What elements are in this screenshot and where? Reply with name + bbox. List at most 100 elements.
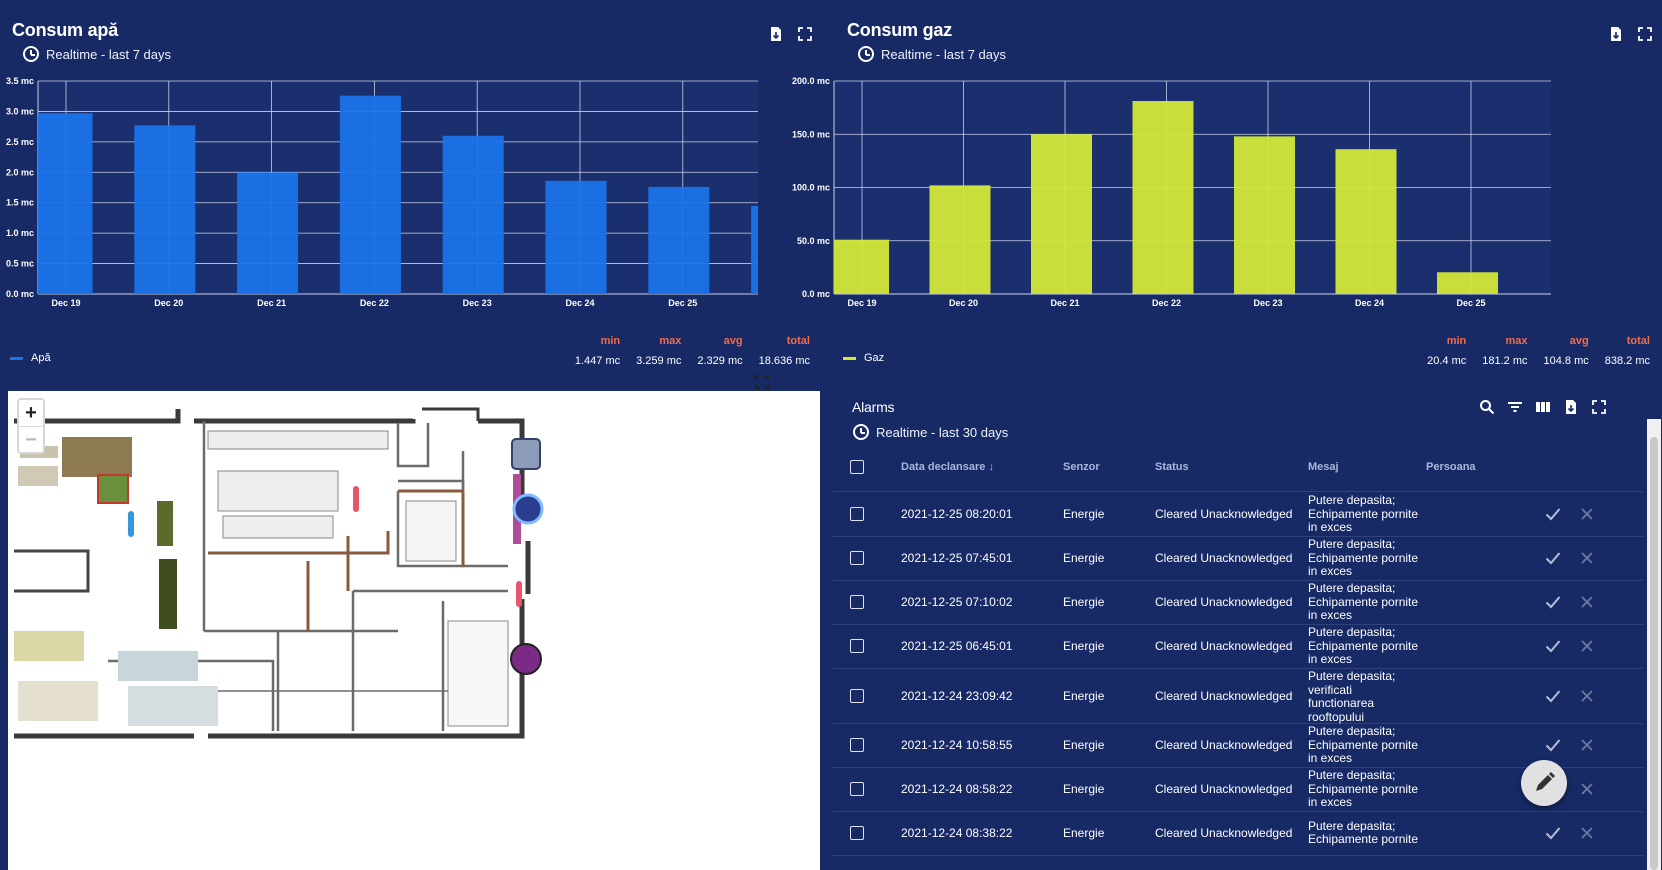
alarm-message-line: in exces (1308, 520, 1353, 534)
x-tick-label: Dec 19 (847, 298, 876, 308)
alarm-status: Cleared Unacknowledged (1155, 639, 1293, 653)
alarms-title: Alarms (852, 399, 895, 415)
alarm-date: 2021-12-24 08:58:22 (901, 782, 1013, 796)
x-tick-label: Dec 24 (1355, 298, 1384, 308)
column-header-date[interactable]: Data declansare ↓ (901, 461, 994, 473)
row-checkbox[interactable] (850, 507, 864, 521)
row-checkbox[interactable] (850, 782, 864, 796)
y-tick-label: 1.5 mc (6, 198, 34, 208)
row-checkbox[interactable] (850, 639, 864, 653)
chart-bar (237, 172, 299, 294)
alarm-message-line: Echipamente pornite (1308, 550, 1419, 565)
acknowledge-check-icon[interactable] (1545, 638, 1561, 654)
alarm-status: Cleared Unacknowledged (1155, 688, 1293, 703)
edit-fab-button[interactable] (1521, 760, 1567, 806)
chart-bar (648, 186, 710, 294)
column-header-status[interactable]: Status (1155, 461, 1189, 473)
clear-close-icon[interactable] (1579, 638, 1595, 654)
alarm-message: Putere depasita; Echipamente pornite in ex… (1308, 581, 1428, 623)
x-tick-label: Dec 20 (949, 298, 978, 308)
filter-icon[interactable] (1507, 399, 1523, 415)
gas-legend[interactable]: Gaz (843, 352, 884, 364)
table-row[interactable]: 2021-12-25 07:45:01 Energie Cleared Unackn… (833, 536, 1643, 581)
columns-icon[interactable] (1535, 399, 1551, 415)
column-header-message[interactable]: Mesaj (1308, 461, 1339, 473)
gas-stats: min max avg total 20.4 mc 181.2 mc 104.8… (1427, 335, 1650, 367)
water-legend[interactable]: Apă (10, 352, 51, 364)
alarm-message: Putere depasita; Echipamente pornite in ex… (1308, 625, 1428, 667)
sort-arrow-icon: ↓ (988, 461, 994, 473)
clear-close-icon[interactable] (1579, 737, 1595, 753)
export-icon[interactable] (1563, 399, 1579, 415)
table-row[interactable]: 2021-12-25 06:45:01 Energie Cleared Unackn… (833, 624, 1643, 669)
y-tick-label: 0.5 mc (6, 259, 34, 269)
alarm-message-line: in exces (1308, 608, 1353, 622)
fullscreen-icon[interactable] (1591, 399, 1607, 415)
row-checkbox[interactable] (850, 826, 864, 840)
table-row[interactable]: 2021-12-24 08:38:22 Energie Cleared Unackn… (833, 811, 1643, 856)
x-tick-label: Dec 22 (1152, 298, 1181, 308)
alarm-sensor: Energie (1063, 639, 1105, 653)
stat-max-value: 3.259 mc (636, 355, 682, 367)
acknowledge-check-icon[interactable] (1545, 594, 1561, 610)
alarm-status: Cleared Unacknowledged (1155, 595, 1293, 609)
clear-close-icon[interactable] (1579, 506, 1595, 522)
table-row[interactable]: 2021-12-25 08:20:01 Energie Cleared Unackn… (833, 492, 1643, 537)
alarm-message-line: Echipamente pornite (1308, 638, 1419, 653)
clear-close-icon[interactable] (1579, 550, 1595, 566)
stat-avg-label: avg (1569, 335, 1589, 347)
select-all-checkbox[interactable] (850, 460, 864, 474)
column-header-sensor[interactable]: Senzor (1063, 461, 1100, 473)
alarms-scrollbar[interactable] (1647, 419, 1661, 870)
alarm-message: Putere depasita; Echipamente pornite in ex… (1308, 537, 1428, 579)
floor-plan-drawing[interactable] (8, 391, 820, 870)
alarm-message-line: Echipamente pornite (1308, 737, 1419, 752)
chart-bar (1335, 149, 1397, 294)
clock-icon (853, 424, 869, 440)
alarm-status: Cleared Unacknowledged (1155, 551, 1293, 565)
fullscreen-icon[interactable] (754, 374, 770, 390)
row-checkbox[interactable] (850, 595, 864, 609)
y-tick-label: 150.0 mc (792, 129, 830, 139)
table-row[interactable]: 2021-12-24 23:09:42 Energie Cleared Unackn… (833, 668, 1643, 724)
row-checkbox[interactable] (850, 688, 864, 703)
alarm-status: Cleared Unacknowledged (1155, 826, 1293, 840)
alarm-sensor: Energie (1063, 782, 1105, 796)
pencil-icon (1536, 772, 1555, 791)
acknowledge-check-icon[interactable] (1545, 688, 1561, 704)
x-tick-label: Dec 24 (565, 298, 594, 308)
search-icon[interactable] (1479, 399, 1495, 415)
alarm-sensor: Energie (1063, 595, 1105, 609)
row-checkbox[interactable] (850, 738, 864, 752)
chart-bar (1437, 272, 1498, 294)
column-header-person[interactable]: Persoana (1426, 461, 1476, 473)
alarm-sensor: Energie (1063, 826, 1105, 840)
zoom-in-button[interactable]: + (19, 400, 43, 426)
floor-plan-map[interactable]: + − (8, 375, 820, 870)
y-tick-label: 0.0 mc (6, 289, 34, 299)
alarm-message-line: Putere depasita; (1308, 581, 1396, 595)
x-tick-label: Dec 25 (1456, 298, 1485, 308)
chart-bar (442, 135, 504, 294)
x-tick-label: Dec 21 (1050, 298, 1079, 308)
acknowledge-check-icon[interactable] (1545, 506, 1561, 522)
scrollbar-thumb[interactable] (1650, 437, 1658, 870)
acknowledge-check-icon[interactable] (1545, 550, 1561, 566)
stat-min-value: 1.447 mc (574, 355, 621, 367)
alarms-panel: Alarms Realtime - last 30 days Data decl… (833, 387, 1662, 870)
alarm-message-line: functionarea (1308, 696, 1375, 710)
acknowledge-check-icon[interactable] (1545, 825, 1561, 841)
acknowledge-check-icon[interactable] (1545, 737, 1561, 753)
zoom-out-button[interactable]: − (19, 426, 43, 453)
x-tick-label: Dec 20 (154, 298, 183, 308)
y-tick-label: 100.0 mc (792, 183, 830, 193)
stat-total-label: total (786, 335, 810, 347)
clear-close-icon[interactable] (1579, 825, 1595, 841)
table-row[interactable]: 2021-12-25 07:10:02 Energie Cleared Unackn… (833, 580, 1643, 625)
chart-bar (545, 180, 607, 294)
row-checkbox[interactable] (850, 551, 864, 565)
clear-close-icon[interactable] (1579, 688, 1595, 704)
y-tick-label: 2.0 mc (6, 167, 34, 177)
clear-close-icon[interactable] (1579, 781, 1595, 797)
clear-close-icon[interactable] (1579, 594, 1595, 610)
